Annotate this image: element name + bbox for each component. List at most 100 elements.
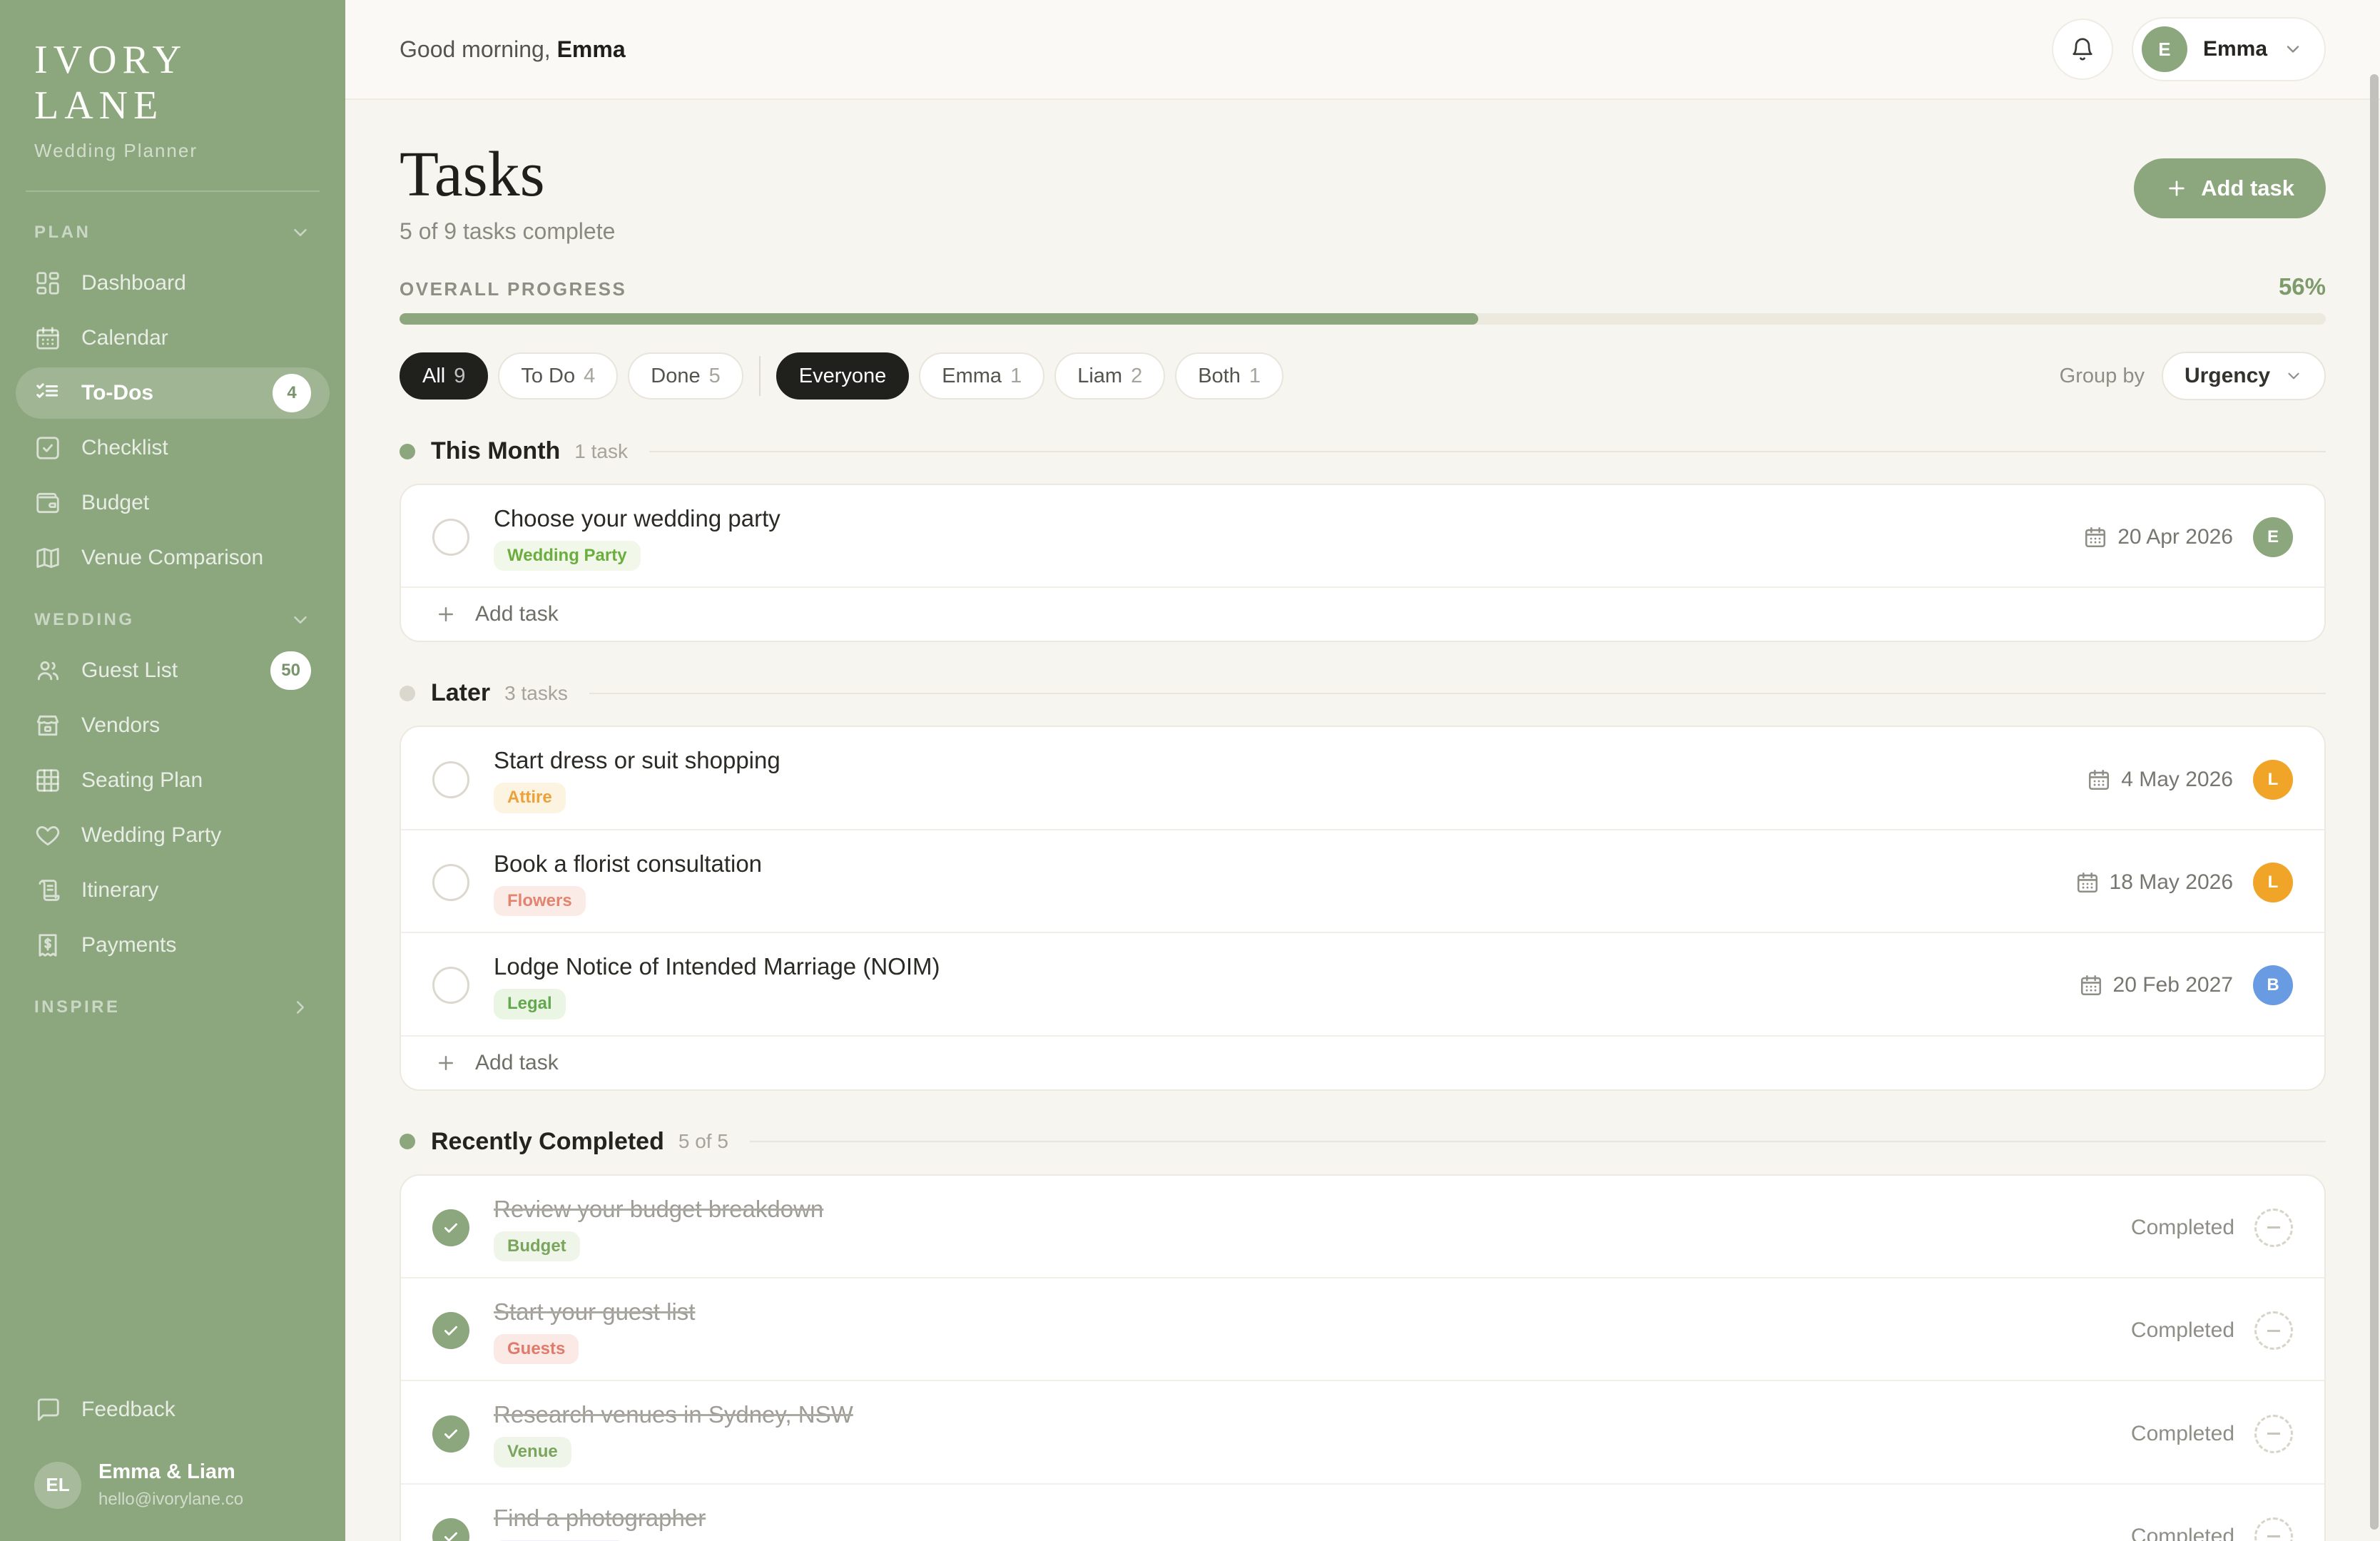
task-tag: Guests xyxy=(494,1334,579,1364)
sidebar-item-calendar[interactable]: Calendar xyxy=(16,312,330,364)
chip-count: 2 xyxy=(1131,365,1142,388)
sidebar-item-label: Seating Plan xyxy=(81,768,203,793)
map-icon xyxy=(34,544,61,571)
sidebar-item-checklist[interactable]: Checklist xyxy=(16,422,330,474)
sidebar-item-vendors[interactable]: Vendors xyxy=(16,700,330,751)
task-checkbox[interactable] xyxy=(432,761,469,798)
due-date: 20 Apr 2026 xyxy=(2083,525,2233,549)
unassigned-avatar-placeholder[interactable] xyxy=(2254,1311,2293,1350)
sidebar-item-itinerary[interactable]: Itinerary xyxy=(16,865,330,916)
section-rule xyxy=(649,451,2326,452)
unassigned-avatar-placeholder[interactable] xyxy=(2254,1415,2293,1453)
filter-chip-both[interactable]: Both 1 xyxy=(1175,352,1283,400)
task-tag: Venue xyxy=(494,1437,571,1467)
greeting-name: Emma xyxy=(557,36,626,62)
page-subtitle: 5 of 9 tasks complete xyxy=(400,218,615,245)
sidebar-bottom: Feedback EL Emma & Liam hello@ivorylane.… xyxy=(0,1384,345,1541)
sidebar-item-label: To-Dos xyxy=(81,381,153,405)
chip-count: 1 xyxy=(1249,365,1261,388)
nav-section-wedding-label: WEDDING xyxy=(34,610,135,630)
topbar-actions: E Emma xyxy=(2052,17,2326,81)
greeting-prefix: Good morning, xyxy=(400,36,557,62)
completed-label: Completed xyxy=(2131,1216,2234,1240)
assignee-avatar[interactable]: L xyxy=(2253,760,2293,800)
chip-label: All xyxy=(422,365,445,388)
sidebar-item-seating-plan[interactable]: Seating Plan xyxy=(16,755,330,806)
task-checkbox-checked[interactable] xyxy=(432,1209,469,1246)
nav-section-inspire[interactable]: INSPIRE xyxy=(16,997,330,1018)
filters-row: All 9 To Do 4 Done 5 Everyone Emma 1 Lia… xyxy=(400,352,2326,400)
progress-bar-track xyxy=(400,313,2326,325)
add-task-row[interactable]: Add task xyxy=(401,586,2324,641)
add-task-button[interactable]: Add task xyxy=(2134,158,2326,218)
progress-label: OVERALL PROGRESS xyxy=(400,278,626,300)
add-task-row-label: Add task xyxy=(475,602,559,626)
scrollbar[interactable] xyxy=(2370,74,2379,1530)
assignee-avatar[interactable]: B xyxy=(2253,965,2293,1005)
sidebar-item-budget[interactable]: Budget xyxy=(16,477,330,529)
unassigned-avatar-placeholder[interactable] xyxy=(2254,1209,2293,1247)
feedback-button[interactable]: Feedback xyxy=(16,1384,330,1435)
task-row: Review your budget breakdown Budget Comp… xyxy=(401,1176,2324,1277)
calendar-icon xyxy=(2075,870,2100,895)
due-date: 20 Feb 2027 xyxy=(2079,973,2233,997)
chip-label: Emma xyxy=(942,365,1002,388)
due-date-text: 20 Apr 2026 xyxy=(2117,525,2233,549)
user-email: hello@ivorylane.co xyxy=(98,1490,243,1510)
sidebar-item-label: Itinerary xyxy=(81,878,158,902)
sidebar-item-payments[interactable]: Payments xyxy=(16,920,330,971)
task-tag: Wedding Party xyxy=(494,541,641,571)
task-checkbox[interactable] xyxy=(432,864,469,901)
chevron-down-icon xyxy=(2284,367,2303,385)
add-task-row[interactable]: Add task xyxy=(401,1035,2324,1089)
section-header-later: Later 3 tasks xyxy=(400,679,2326,707)
assignee-avatar[interactable]: L xyxy=(2253,863,2293,902)
notifications-button[interactable] xyxy=(2052,19,2113,80)
filter-chip-done[interactable]: Done 5 xyxy=(628,352,743,400)
scroll-icon xyxy=(34,877,61,904)
nav-section-plan[interactable]: PLAN xyxy=(16,222,330,243)
task-checkbox[interactable] xyxy=(432,519,469,556)
task-checkbox-checked[interactable] xyxy=(432,1312,469,1349)
filter-chip-everyone[interactable]: Everyone xyxy=(776,352,910,400)
chip-label: Both xyxy=(1198,365,1241,388)
sidebar-item-dashboard[interactable]: Dashboard xyxy=(16,258,330,309)
filter-chip-emma[interactable]: Emma 1 xyxy=(919,352,1044,400)
unassigned-avatar-placeholder[interactable] xyxy=(2254,1517,2293,1541)
sidebar: IVORY LANE Wedding Planner PLAN Dashboar… xyxy=(0,0,345,1541)
sidebar-item-label: Dashboard xyxy=(81,271,186,295)
group-by-select[interactable]: Urgency xyxy=(2162,352,2326,400)
sidebar-item-guest-list[interactable]: Guest List 50 xyxy=(16,645,330,696)
assignee-avatar[interactable]: E xyxy=(2253,517,2293,557)
sidebar-item-todos[interactable]: To-Dos 4 xyxy=(16,367,330,419)
nav-section-wedding[interactable]: WEDDING xyxy=(16,609,330,631)
filter-chip-all[interactable]: All 9 xyxy=(400,352,488,400)
section-count: 3 tasks xyxy=(504,682,568,705)
sidebar-item-wedding-party[interactable]: Wedding Party xyxy=(16,810,330,861)
due-date-text: 4 May 2026 xyxy=(2121,768,2233,792)
plus-icon xyxy=(2165,177,2188,200)
filter-chip-liam[interactable]: Liam 2 xyxy=(1054,352,1165,400)
chip-count: 1 xyxy=(1010,365,1022,388)
section-header-this-month: This Month 1 task xyxy=(400,437,2326,465)
task-checkbox-checked[interactable] xyxy=(432,1518,469,1541)
section-title: Recently Completed xyxy=(431,1128,664,1156)
task-row: Book a florist consultation Flowers 18 M… xyxy=(401,829,2324,932)
task-checkbox[interactable] xyxy=(432,967,469,1004)
task-row: Research venues in Sydney, NSW Venue Com… xyxy=(401,1380,2324,1482)
sidebar-item-venue-comparison[interactable]: Venue Comparison xyxy=(16,532,330,584)
chevron-down-icon xyxy=(290,609,311,631)
completed-label: Completed xyxy=(2131,1318,2234,1343)
completed-label: Completed xyxy=(2131,1525,2234,1541)
progress-bar-fill xyxy=(400,313,1478,325)
chip-label: To Do xyxy=(521,365,575,388)
progress-percent: 56% xyxy=(2279,273,2326,300)
task-checkbox-checked[interactable] xyxy=(432,1415,469,1453)
filter-chip-todo[interactable]: To Do 4 xyxy=(498,352,618,400)
check-icon xyxy=(442,1321,460,1340)
sidebar-item-label: Guest List xyxy=(81,658,178,683)
avatar: E xyxy=(2142,26,2187,72)
account-menu[interactable]: E Emma xyxy=(2132,17,2326,81)
user-profile[interactable]: EL Emma & Liam hello@ivorylane.co xyxy=(16,1439,330,1510)
sidebar-item-label: Budget xyxy=(81,491,149,515)
